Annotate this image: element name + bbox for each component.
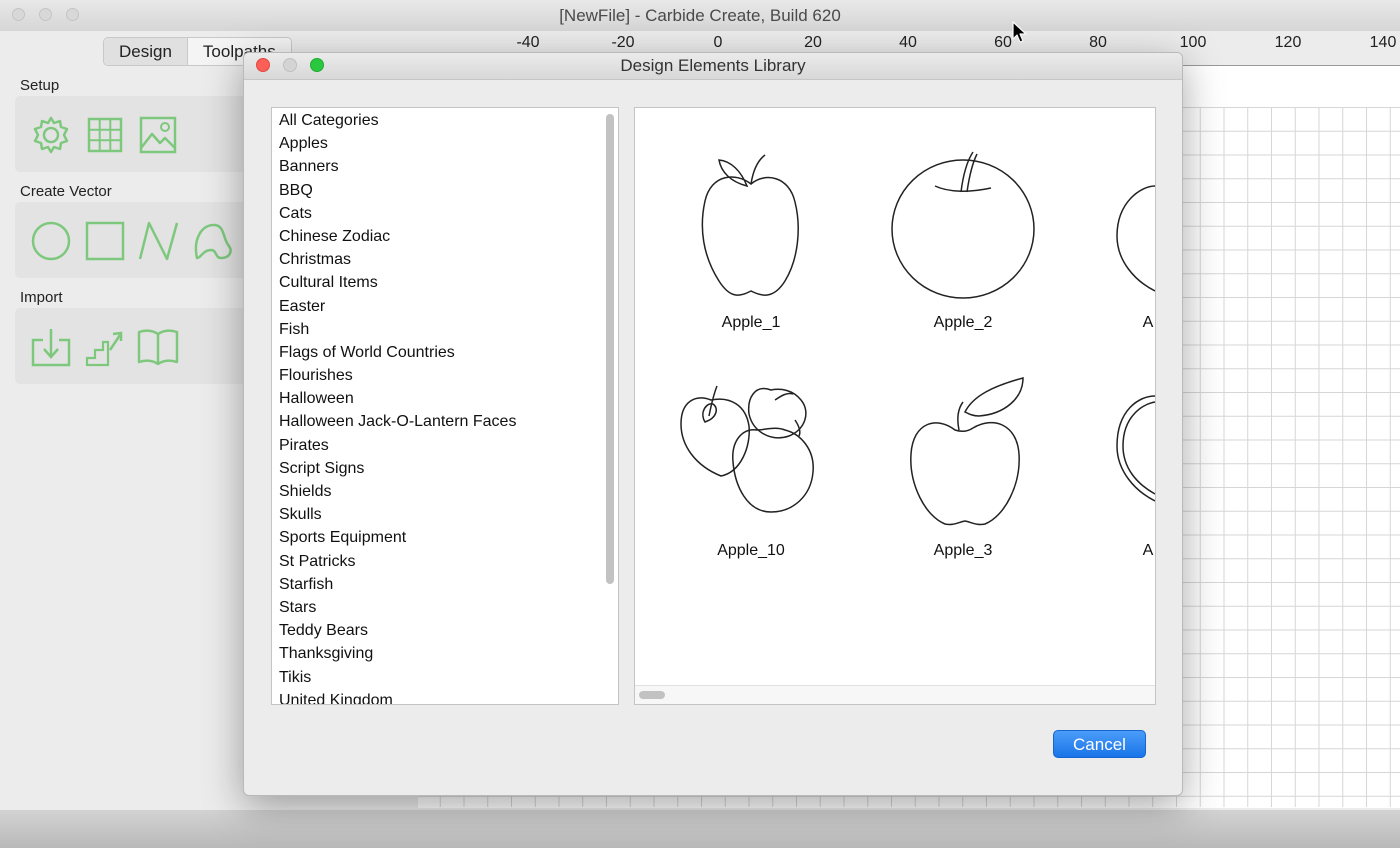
element-tile[interactable] [661,376,841,536]
mouse-cursor-icon [1012,21,1027,43]
category-item[interactable]: Stars [272,596,618,619]
category-item[interactable]: Apples [272,132,618,155]
element-label: Apple_2 [933,314,993,331]
element-tile[interactable] [873,146,1053,306]
element-label: Apple_3 [933,542,993,559]
category-item[interactable]: BBQ [272,179,618,202]
category-item[interactable]: Cultural Items [272,271,618,294]
category-item[interactable]: Flags of World Countries [272,341,618,364]
cancel-button[interactable]: Cancel [1053,730,1146,758]
section-label-setup: Setup [20,77,60,94]
apple-icon [891,151,1035,299]
element-label: Apple_10 [717,542,785,559]
ruler-label: 80 [1089,34,1107,51]
tab-design[interactable]: Design [104,38,188,65]
window-title: [NewFile] - Carbide Create, Build 620 [559,6,841,25]
apple-cluster-icon [680,385,814,513]
ruler-label: 100 [1179,34,1207,51]
book-icon[interactable] [137,326,179,368]
element-tile[interactable] [1105,146,1155,306]
heart-shape-icon [1116,395,1155,502]
import-tools [15,308,255,384]
category-item[interactable]: Chinese Zodiac [272,225,618,248]
category-item[interactable]: Thanksgiving [272,642,618,665]
category-item[interactable]: Fish [272,318,618,341]
category-item[interactable]: Starfish [272,573,618,596]
section-label-import: Import [20,289,63,306]
category-item[interactable]: St Patricks [272,550,618,573]
apple-icon [701,154,799,296]
ruler-label: 20 [804,34,822,51]
stairs-icon[interactable] [84,326,126,368]
bottom-bar [0,810,1400,848]
image-icon[interactable] [137,114,179,156]
ruler-label: 40 [899,34,917,51]
window-titlebar: [NewFile] - Carbide Create, Build 620 [0,0,1400,32]
import-icon[interactable] [30,326,72,368]
element-label: A [1142,542,1154,559]
category-item[interactable]: United Kingdom [272,689,618,704]
ruler-label: -40 [516,34,540,51]
ruler-label: 140 [1369,34,1397,51]
heart-shape-icon [1116,185,1155,292]
category-item[interactable]: Halloween [272,387,618,410]
element-label: Apple_1 [721,314,781,331]
dialog-titlebar: Design Elements Library [244,53,1182,80]
category-item[interactable]: Teddy Bears [272,619,618,642]
ruler-label: 0 [713,34,723,51]
category-item[interactable]: Christmas [272,248,618,271]
category-item[interactable]: Pirates [272,434,618,457]
setup-tools [15,96,255,172]
ruler-label: -20 [611,34,635,51]
elements-preview-pane[interactable]: Apple_1 Apple_2 A Apple_10 Apple_3 A [634,107,1156,705]
gear-icon[interactable] [30,114,72,156]
apple-icon [910,377,1024,526]
category-item[interactable]: All Categories [272,109,618,132]
dialog-title: Design Elements Library [620,56,806,75]
element-tile[interactable] [1105,376,1155,536]
element-tile[interactable] [661,146,841,306]
category-item[interactable]: Halloween Jack-O-Lantern Faces [272,410,618,433]
create-vector-tools [15,202,255,278]
design-elements-library-dialog: Design Elements Library All Categories A… [243,52,1183,796]
grid-icon[interactable] [84,114,126,156]
category-list-scrollbar[interactable] [606,114,614,584]
section-label-create-vector: Create Vector [20,183,112,200]
element-label: A [1142,314,1154,331]
ruler-label: 120 [1274,34,1302,51]
category-item[interactable]: Tikis [272,666,618,689]
rectangle-icon[interactable] [84,220,126,262]
polyline-icon[interactable] [137,220,179,262]
category-item[interactable]: Flourishes [272,364,618,387]
category-item[interactable]: Shields [272,480,618,503]
category-item[interactable]: Easter [272,295,618,318]
ruler-label: 60 [994,34,1012,51]
category-item[interactable]: Banners [272,155,618,178]
circle-icon[interactable] [30,220,72,262]
preview-horizontal-scrollbar[interactable] [635,685,1155,704]
scrollbar-thumb[interactable] [639,691,665,699]
category-item[interactable]: Skulls [272,503,618,526]
category-item[interactable]: Sports Equipment [272,526,618,549]
element-tile[interactable] [873,376,1053,536]
curve-icon[interactable] [191,220,233,262]
category-list[interactable]: All Categories Apples Banners BBQ Cats C… [271,107,619,705]
category-item[interactable]: Script Signs [272,457,618,480]
category-item[interactable]: Cats [272,202,618,225]
